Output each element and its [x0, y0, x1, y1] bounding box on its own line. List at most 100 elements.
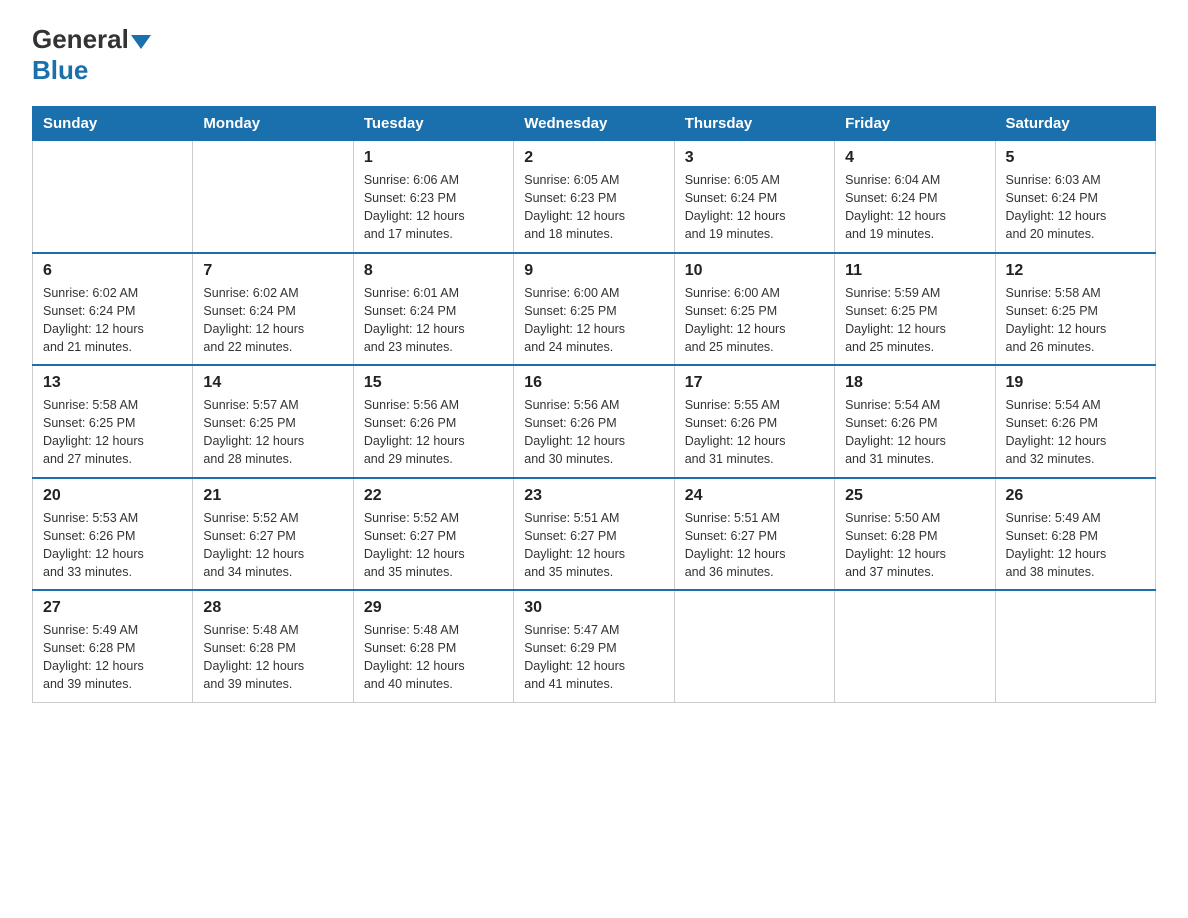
cell-info-text: Sunrise: 6:02 AM Sunset: 6:24 PM Dayligh… [203, 284, 342, 357]
cell-info-text: Sunrise: 5:53 AM Sunset: 6:26 PM Dayligh… [43, 509, 182, 582]
cell-info-text: Sunrise: 5:48 AM Sunset: 6:28 PM Dayligh… [364, 621, 503, 694]
cell-info-text: Sunrise: 5:55 AM Sunset: 6:26 PM Dayligh… [685, 396, 824, 469]
calendar-cell: 21 Sunrise: 5:52 AM Sunset: 6:27 PM Dayli… [193, 478, 353, 591]
cell-day-number: 21 [203, 487, 342, 505]
day-header-monday: Monday [193, 107, 353, 141]
calendar-cell: 12Sunrise: 5:58 AM Sunset: 6:25 PM Dayli… [995, 253, 1155, 366]
calendar-cell: 2Sunrise: 6:05 AM Sunset: 6:23 PM Daylig… [514, 141, 674, 253]
cell-day-number: 15 [364, 374, 503, 392]
cell-info-text: Sunrise: 6:06 AM Sunset: 6:23 PM Dayligh… [364, 171, 503, 244]
cell-day-number: 18 [845, 374, 984, 392]
cell-info-text: Sunrise: 5:54 AM Sunset: 6:26 PM Dayligh… [845, 396, 984, 469]
day-header-thursday: Thursday [674, 107, 834, 141]
logo-triangle-icon [131, 35, 151, 49]
day-header-sunday: Sunday [33, 107, 193, 141]
calendar-header-row: SundayMondayTuesdayWednesdayThursdayFrid… [33, 107, 1156, 141]
cell-day-number: 9 [524, 262, 663, 280]
page-header: General Blue [32, 24, 1156, 86]
calendar-cell: 23 Sunrise: 5:51 AM Sunset: 6:27 PM Dayli… [514, 478, 674, 591]
calendar-cell: 14 Sunrise: 5:57 AM Sunset: 6:25 PM Dayli… [193, 365, 353, 478]
calendar-week-row: 6 Sunrise: 6:02 AM Sunset: 6:24 PM Daylig… [33, 253, 1156, 366]
calendar-cell: 22 Sunrise: 5:52 AM Sunset: 6:27 PM Dayli… [353, 478, 513, 591]
cell-day-number: 12 [1006, 262, 1145, 280]
calendar-cell: 1 Sunrise: 6:06 AM Sunset: 6:23 PM Daylig… [353, 141, 513, 253]
day-header-tuesday: Tuesday [353, 107, 513, 141]
cell-info-text: Sunrise: 6:00 AM Sunset: 6:25 PM Dayligh… [524, 284, 663, 357]
calendar-cell: 10 Sunrise: 6:00 AM Sunset: 6:25 PM Dayli… [674, 253, 834, 366]
calendar-cell: 27 Sunrise: 5:49 AM Sunset: 6:28 PM Dayli… [33, 590, 193, 702]
logo-general-text: General [32, 24, 129, 55]
day-header-friday: Friday [835, 107, 995, 141]
cell-info-text: Sunrise: 6:03 AM Sunset: 6:24 PM Dayligh… [1006, 171, 1145, 244]
cell-day-number: 1 [364, 149, 503, 167]
cell-day-number: 26 [1006, 487, 1145, 505]
calendar-cell: 19 Sunrise: 5:54 AM Sunset: 6:26 PM Dayli… [995, 365, 1155, 478]
calendar-cell: 18 Sunrise: 5:54 AM Sunset: 6:26 PM Dayli… [835, 365, 995, 478]
cell-day-number: 25 [845, 487, 984, 505]
cell-info-text: Sunrise: 5:57 AM Sunset: 6:25 PM Dayligh… [203, 396, 342, 469]
calendar-cell: 3Sunrise: 6:05 AM Sunset: 6:24 PM Daylig… [674, 141, 834, 253]
calendar-cell [835, 590, 995, 702]
cell-day-number: 5 [1006, 149, 1145, 167]
cell-day-number: 13 [43, 374, 182, 392]
cell-day-number: 6 [43, 262, 182, 280]
calendar-week-row: 13 Sunrise: 5:58 AM Sunset: 6:25 PM Dayli… [33, 365, 1156, 478]
cell-info-text: Sunrise: 5:54 AM Sunset: 6:26 PM Dayligh… [1006, 396, 1145, 469]
calendar-week-row: 20Sunrise: 5:53 AM Sunset: 6:26 PM Dayli… [33, 478, 1156, 591]
calendar-cell: 8Sunrise: 6:01 AM Sunset: 6:24 PM Daylig… [353, 253, 513, 366]
cell-day-number: 22 [364, 487, 503, 505]
calendar-cell: 7 Sunrise: 6:02 AM Sunset: 6:24 PM Daylig… [193, 253, 353, 366]
calendar-week-row: 1 Sunrise: 6:06 AM Sunset: 6:23 PM Daylig… [33, 141, 1156, 253]
cell-day-number: 17 [685, 374, 824, 392]
cell-info-text: Sunrise: 5:49 AM Sunset: 6:28 PM Dayligh… [43, 621, 182, 694]
cell-day-number: 24 [685, 487, 824, 505]
cell-info-text: Sunrise: 5:49 AM Sunset: 6:28 PM Dayligh… [1006, 509, 1145, 582]
calendar-cell: 17 Sunrise: 5:55 AM Sunset: 6:26 PM Dayli… [674, 365, 834, 478]
calendar-cell: 28 Sunrise: 5:48 AM Sunset: 6:28 PM Dayli… [193, 590, 353, 702]
cell-day-number: 2 [524, 149, 663, 167]
cell-info-text: Sunrise: 6:00 AM Sunset: 6:25 PM Dayligh… [685, 284, 824, 357]
cell-day-number: 28 [203, 599, 342, 617]
cell-info-text: Sunrise: 5:51 AM Sunset: 6:27 PM Dayligh… [524, 509, 663, 582]
calendar-table: SundayMondayTuesdayWednesdayThursdayFrid… [32, 106, 1156, 703]
cell-info-text: Sunrise: 5:52 AM Sunset: 6:27 PM Dayligh… [364, 509, 503, 582]
cell-info-text: Sunrise: 5:59 AM Sunset: 6:25 PM Dayligh… [845, 284, 984, 357]
calendar-cell: 11 Sunrise: 5:59 AM Sunset: 6:25 PM Dayli… [835, 253, 995, 366]
cell-day-number: 10 [685, 262, 824, 280]
logo: General Blue [32, 24, 153, 86]
cell-info-text: Sunrise: 5:47 AM Sunset: 6:29 PM Dayligh… [524, 621, 663, 694]
calendar-cell: 29Sunrise: 5:48 AM Sunset: 6:28 PM Dayli… [353, 590, 513, 702]
cell-day-number: 14 [203, 374, 342, 392]
cell-info-text: Sunrise: 6:04 AM Sunset: 6:24 PM Dayligh… [845, 171, 984, 244]
calendar-week-row: 27 Sunrise: 5:49 AM Sunset: 6:28 PM Dayli… [33, 590, 1156, 702]
calendar-cell: 30Sunrise: 5:47 AM Sunset: 6:29 PM Dayli… [514, 590, 674, 702]
calendar-cell: 20Sunrise: 5:53 AM Sunset: 6:26 PM Dayli… [33, 478, 193, 591]
cell-info-text: Sunrise: 5:48 AM Sunset: 6:28 PM Dayligh… [203, 621, 342, 694]
calendar-cell: 5 Sunrise: 6:03 AM Sunset: 6:24 PM Daylig… [995, 141, 1155, 253]
calendar-cell [193, 141, 353, 253]
calendar-cell: 13 Sunrise: 5:58 AM Sunset: 6:25 PM Dayli… [33, 365, 193, 478]
calendar-cell: 25 Sunrise: 5:50 AM Sunset: 6:28 PM Dayli… [835, 478, 995, 591]
cell-info-text: Sunrise: 5:56 AM Sunset: 6:26 PM Dayligh… [364, 396, 503, 469]
calendar-cell [995, 590, 1155, 702]
cell-day-number: 4 [845, 149, 984, 167]
day-header-saturday: Saturday [995, 107, 1155, 141]
logo-blue-text: Blue [32, 55, 88, 85]
calendar-cell: 6 Sunrise: 6:02 AM Sunset: 6:24 PM Daylig… [33, 253, 193, 366]
day-header-wednesday: Wednesday [514, 107, 674, 141]
cell-day-number: 11 [845, 262, 984, 280]
calendar-cell [674, 590, 834, 702]
cell-info-text: Sunrise: 5:58 AM Sunset: 6:25 PM Dayligh… [43, 396, 182, 469]
cell-day-number: 19 [1006, 374, 1145, 392]
cell-day-number: 16 [524, 374, 663, 392]
cell-info-text: Sunrise: 5:52 AM Sunset: 6:27 PM Dayligh… [203, 509, 342, 582]
cell-day-number: 7 [203, 262, 342, 280]
cell-day-number: 23 [524, 487, 663, 505]
cell-info-text: Sunrise: 5:50 AM Sunset: 6:28 PM Dayligh… [845, 509, 984, 582]
cell-day-number: 27 [43, 599, 182, 617]
calendar-cell: 16Sunrise: 5:56 AM Sunset: 6:26 PM Dayli… [514, 365, 674, 478]
calendar-cell: 26 Sunrise: 5:49 AM Sunset: 6:28 PM Dayli… [995, 478, 1155, 591]
cell-info-text: Sunrise: 6:02 AM Sunset: 6:24 PM Dayligh… [43, 284, 182, 357]
cell-info-text: Sunrise: 5:51 AM Sunset: 6:27 PM Dayligh… [685, 509, 824, 582]
cell-day-number: 3 [685, 149, 824, 167]
